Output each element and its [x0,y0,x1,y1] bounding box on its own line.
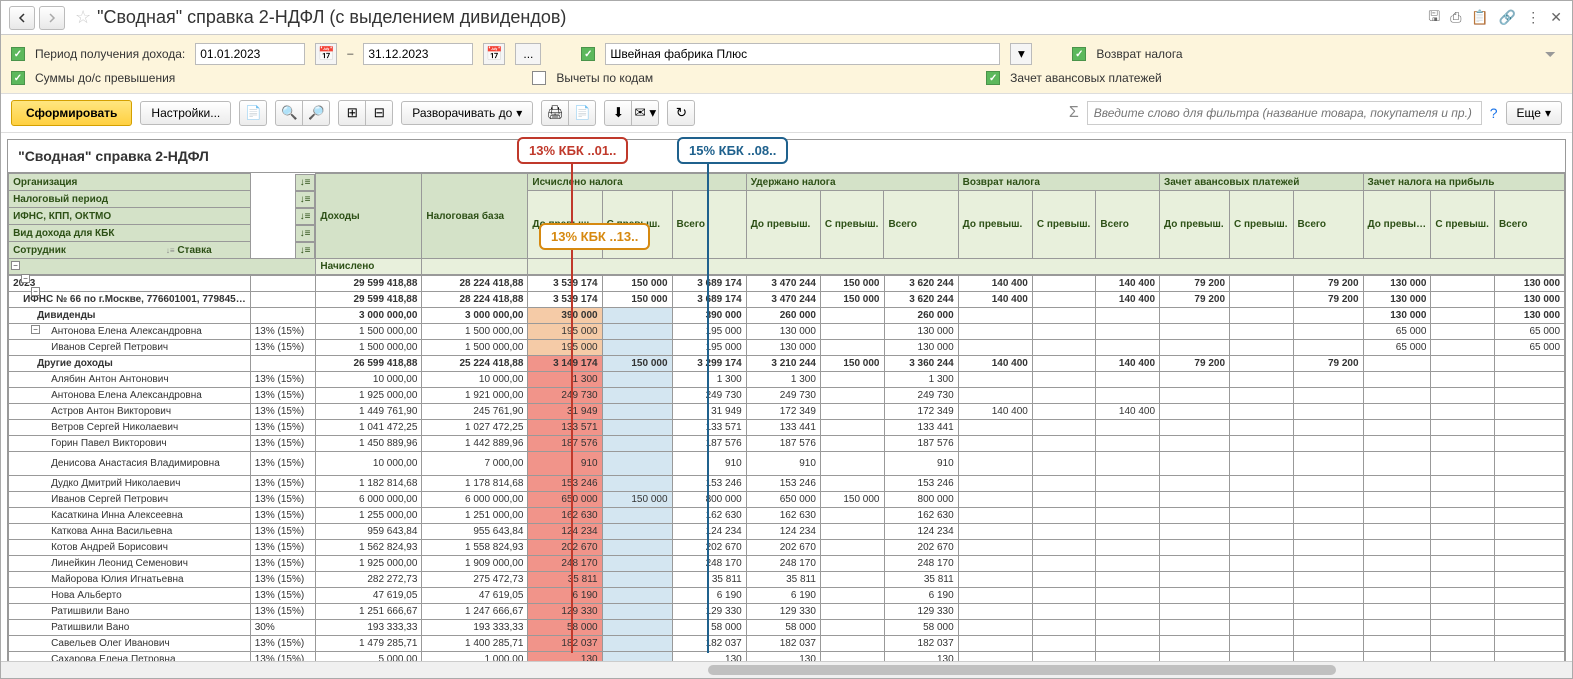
save-icon[interactable]: 🖫 [1426,4,1442,32]
settings-button[interactable]: Настройки... [140,101,231,125]
callout-blue: 15% КБК ..08.. [677,137,788,164]
period-picker-button[interactable]: ... [515,43,541,65]
table-row[interactable]: Антонова Елена Александровна13% (15%)1 5… [9,324,1565,340]
deduct-codes-checkbox[interactable] [532,71,546,85]
table-row[interactable]: Ветров Сергей Николаевич13% (15%)1 041 4… [9,420,1565,436]
advance-checkbox[interactable] [986,71,1000,85]
period-label: Период получения дохода: [35,47,185,61]
callout-red: 13% КБК ..01.. [517,137,628,164]
tree-toggle[interactable]: − [21,274,30,283]
date-to-input[interactable] [363,43,473,65]
table-row[interactable]: Котов Андрей Борисович13% (15%)1 562 824… [9,540,1565,556]
more-button[interactable]: Еще ▾ [1506,101,1562,125]
table-row[interactable]: Антонова Елена Александровна13% (15%)1 9… [9,388,1565,404]
table-row[interactable]: Сахарова Елена Петровна13% (15%)5 000,00… [9,652,1565,662]
table-row[interactable]: Ратишвили Вано13% (15%)1 251 666,671 247… [9,604,1565,620]
quick-filter-input[interactable] [1087,101,1482,125]
organization-select[interactable] [605,43,1000,65]
table-row[interactable]: Нова Альберто13% (15%)47 619,0547 619,05… [9,588,1565,604]
settings-copy-button[interactable]: 📄 [239,100,267,126]
help-link[interactable]: ? [1490,105,1498,121]
table-row[interactable]: Ратишвили Вано30%193 333,33193 333,3358 … [9,620,1565,636]
date-to-calendar-button[interactable]: 📅 [483,43,505,65]
clipboard-icon[interactable]: 📋 [1469,7,1490,28]
titlebar: ☆ "Сводная" справка 2-НДФЛ (с выделением… [1,1,1572,35]
table-row[interactable]: Иванов Сергей Петрович13% (15%)6 000 000… [9,492,1565,508]
favorite-star-icon[interactable]: ☆ [75,7,91,28]
table-row[interactable]: Майорова Юлия Игнатьевна13% (15%)282 272… [9,572,1565,588]
return-tax-label: Возврат налога [1096,47,1182,61]
filter-panel: Период получения дохода: 📅 – 📅 ... ▾ Воз… [1,35,1572,94]
expand-to-button[interactable]: Разворачивать до ▾ [401,101,533,125]
overflow-checkbox[interactable] [11,71,25,85]
table-row[interactable]: Касаткина Инна Алексеевна13% (15%)1 255 … [9,508,1565,524]
table-row[interactable]: Савельев Олег Иванович13% (15%)1 479 285… [9,636,1565,652]
link-icon[interactable]: 🔗 [1497,7,1518,28]
page-title: "Сводная" справка 2-НДФЛ (с выделением д… [97,7,1426,28]
expand-all-button[interactable]: ⊞ [338,100,366,126]
preview-button[interactable]: 📄 [568,100,596,126]
org-checkbox[interactable] [581,47,595,61]
tree-toggle[interactable]: − [31,287,40,296]
table-row[interactable]: Астров Антон Викторович13% (15%)1 449 76… [9,404,1565,420]
table-row[interactable]: Горин Павел Викторович13% (15%)1 450 889… [9,436,1565,452]
blue-vline [707,163,709,653]
table-row[interactable]: Другие доходы26 599 418,8825 224 418,883… [9,356,1565,372]
date-from-calendar-button[interactable]: 📅 [315,43,337,65]
table-row[interactable]: 202329 599 418,8828 224 418,883 539 1741… [9,276,1565,292]
horizontal-scrollbar[interactable] [1,661,1572,678]
table-row[interactable]: Дудко Дмитрий Николаевич13% (15%)1 182 8… [9,476,1565,492]
table-row[interactable]: Дивиденды3 000 000,003 000 000,00390 000… [9,308,1565,324]
date-from-input[interactable] [195,43,305,65]
table-row[interactable]: Алябин Антон Антонович13% (15%)10 000,00… [9,372,1565,388]
advance-label: Зачет авансовых платежей [1010,71,1162,85]
refresh-button[interactable]: ↻ [667,100,695,126]
table-row[interactable]: Каткова Анна Васильевна13% (15%)959 643,… [9,524,1565,540]
data-body: 202329 599 418,8828 224 418,883 539 1741… [8,275,1565,661]
email-button[interactable]: ✉ ▾ [631,100,659,126]
funnel-icon[interactable]: ⏷ [1545,46,1562,63]
deduct-codes-label: Вычеты по кодам [556,71,653,85]
table-row[interactable]: Денисова Анастасия Владимировна13% (15%)… [9,452,1565,476]
menu-dots-icon[interactable]: ⋮ [1524,7,1542,28]
report-area[interactable]: 13% КБК ..01.. 13% КБК ..13.. 15% КБК ..… [1,133,1572,661]
callout-orange: 13% КБК ..13.. [539,223,650,250]
find-next-button[interactable]: 🔎 [302,100,330,126]
collapse-all-button[interactable]: ⊟ [365,100,393,126]
save-button[interactable]: ⬇ [604,100,632,126]
overflow-label: Суммы до/с превышения [35,71,175,85]
find-button[interactable]: 🔍 [275,100,303,126]
sigma-icon: Σ [1069,104,1079,122]
close-icon[interactable]: ✕ [1548,7,1564,28]
tree-toggle[interactable]: − [31,325,40,334]
report-table: "Сводная" справка 2-НДФЛ Организация↓≡ Д… [7,139,1566,661]
form-button[interactable]: Сформировать [11,100,132,126]
header-table: Организация↓≡ Доходы Налоговая база Исчи… [8,173,1565,259]
period-checkbox[interactable] [11,47,25,61]
print-icon[interactable]: ⎙ [1448,7,1463,28]
table-row[interactable]: Иванов Сергей Петрович13% (15%)1 500 000… [9,340,1565,356]
nav-back-button[interactable] [9,6,35,30]
return-tax-checkbox[interactable] [1072,47,1086,61]
toolbar: Сформировать Настройки... 📄 🔍 🔎 ⊞ ⊟ Разв… [1,94,1572,133]
nav-forward-button[interactable] [39,6,65,30]
table-row[interactable]: ИФНС № 66 по г.Москве, 776601001, 779845… [9,292,1565,308]
table-row[interactable]: Линейкин Леонид Семенович13% (15%)1 925 … [9,556,1565,572]
org-dropdown-button[interactable]: ▾ [1010,43,1032,65]
tree-toggle[interactable]: − [11,261,20,270]
print-button[interactable]: 🖨 [541,100,569,126]
